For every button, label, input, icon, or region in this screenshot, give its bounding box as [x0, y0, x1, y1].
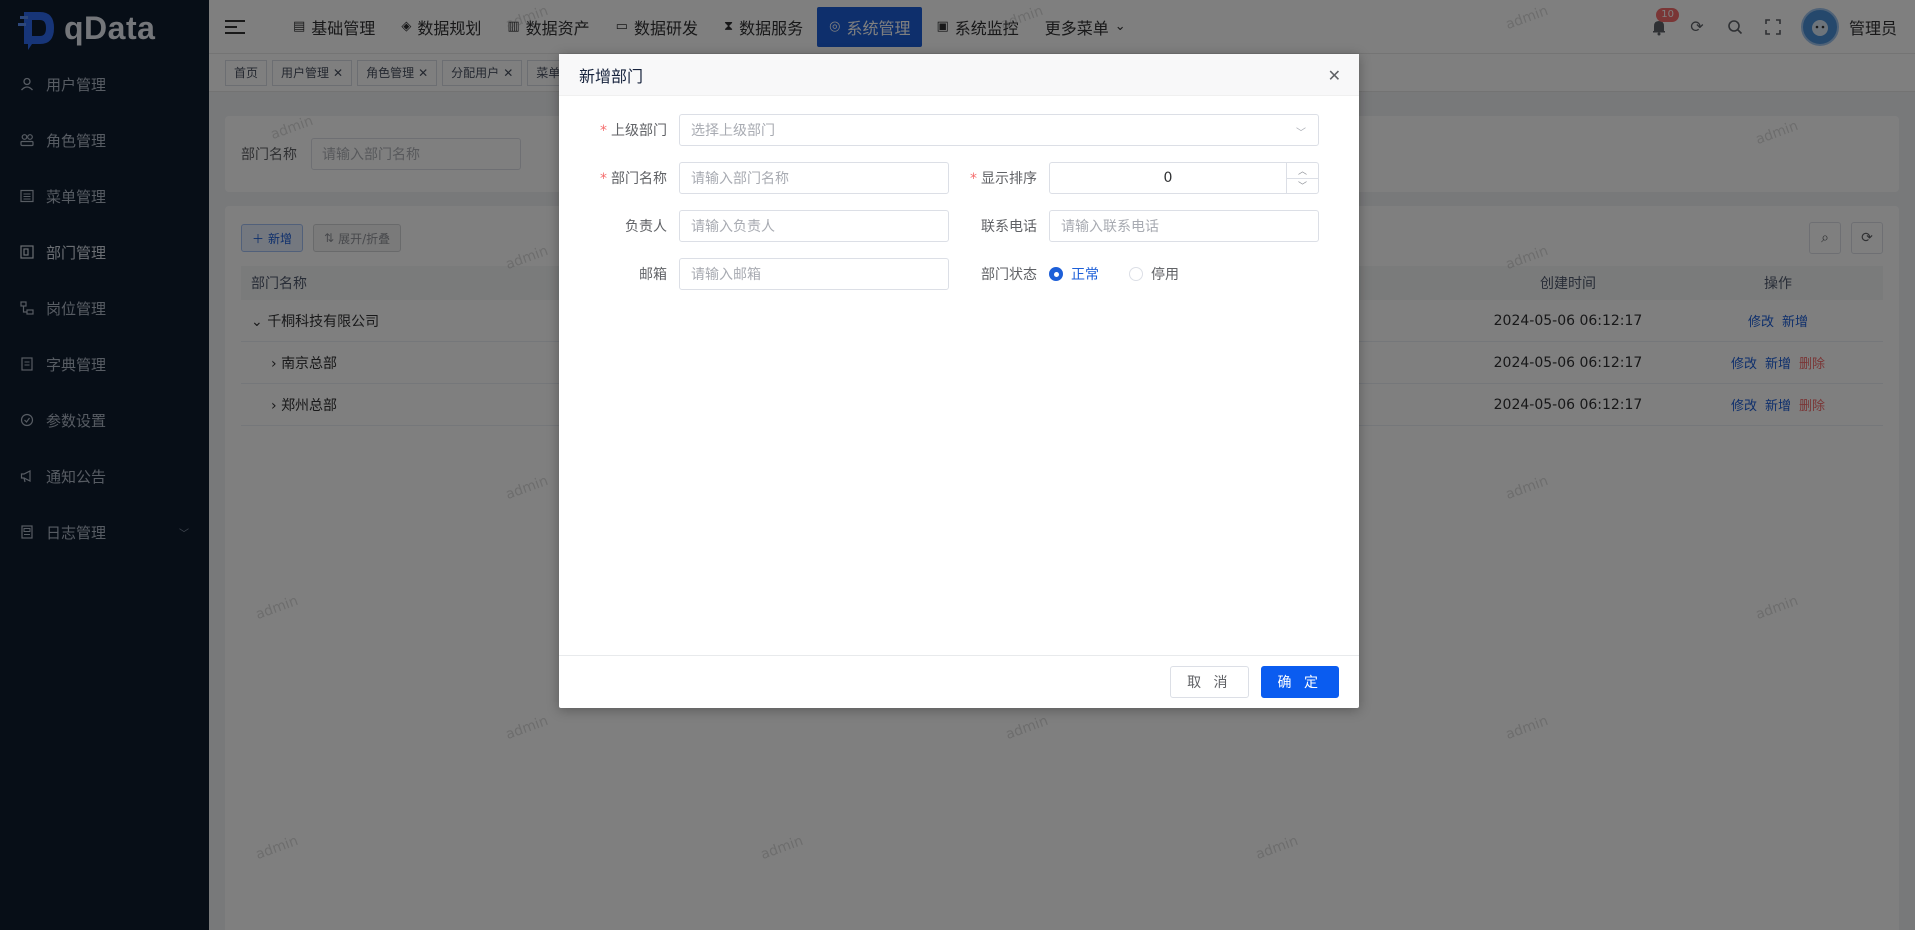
dialog-body: * 上级部门 选择上级部门 ﹀ * 部门名称 请输入部门名称 * 显示排序 0 ︿ ﹀… [559, 96, 1359, 656]
decrement-icon[interactable]: ﹀ [1287, 179, 1318, 194]
phone-label: 联系电话 [981, 219, 1037, 235]
form-row-parent: * 上级部门 选择上级部门 ﹀ [579, 114, 1319, 146]
sort-value[interactable]: 0 [1050, 163, 1286, 193]
close-icon[interactable]: ✕ [1328, 66, 1341, 85]
status-radio-disabled[interactable]: 停用 [1129, 264, 1179, 284]
email-input[interactable]: 请输入邮箱 [679, 258, 949, 290]
parent-dept-select[interactable]: 选择上级部门 ﹀ [679, 114, 1319, 146]
form-row-name: * 部门名称 请输入部门名称 * 显示排序 0 ︿ ﹀ [579, 162, 1319, 194]
status-radio-group: 正常 停用 [1049, 264, 1179, 284]
add-dept-dialog: 新增部门 ✕ * 上级部门 选择上级部门 ﹀ * 部门名称 请输入部门名称 * 显示排… [559, 54, 1359, 708]
leader-input[interactable]: 请输入负责人 [679, 210, 949, 242]
dept-name-input[interactable]: 请输入部门名称 [679, 162, 949, 194]
radio-dot [1129, 267, 1143, 281]
radio-label: 停用 [1151, 267, 1179, 283]
sort-label: * 显示排序 [970, 171, 1037, 187]
sort-stepper[interactable]: 0 ︿ ﹀ [1049, 162, 1319, 194]
dept-name-label: * 部门名称 [600, 171, 667, 187]
leader-label: 负责人 [625, 219, 667, 235]
status-label: 部门状态 [981, 267, 1037, 283]
radio-label: 正常 [1071, 267, 1099, 283]
cancel-button[interactable]: 取 消 [1170, 666, 1249, 698]
increment-icon[interactable]: ︿ [1287, 163, 1318, 179]
parent-dept-label: * 上级部门 [600, 123, 667, 139]
phone-input[interactable]: 请输入联系电话 [1049, 210, 1319, 242]
dialog-header: 新增部门 [559, 54, 1359, 96]
dialog-title: 新增部门 [579, 66, 644, 86]
parent-dept-placeholder: 选择上级部门 [691, 123, 775, 139]
email-label: 邮箱 [639, 267, 667, 283]
form-row-leader: 负责人 请输入负责人 联系电话 请输入联系电话 [579, 210, 1319, 242]
chevron-down-icon: ﹀ [1296, 128, 1306, 139]
form-row-email: 邮箱 请输入邮箱 部门状态 正常 停用 [579, 258, 1319, 290]
confirm-button[interactable]: 确 定 [1260, 666, 1339, 698]
radio-dot [1049, 267, 1063, 281]
dialog-footer: 取 消 确 定 [559, 656, 1359, 708]
status-radio-normal[interactable]: 正常 [1049, 264, 1099, 284]
